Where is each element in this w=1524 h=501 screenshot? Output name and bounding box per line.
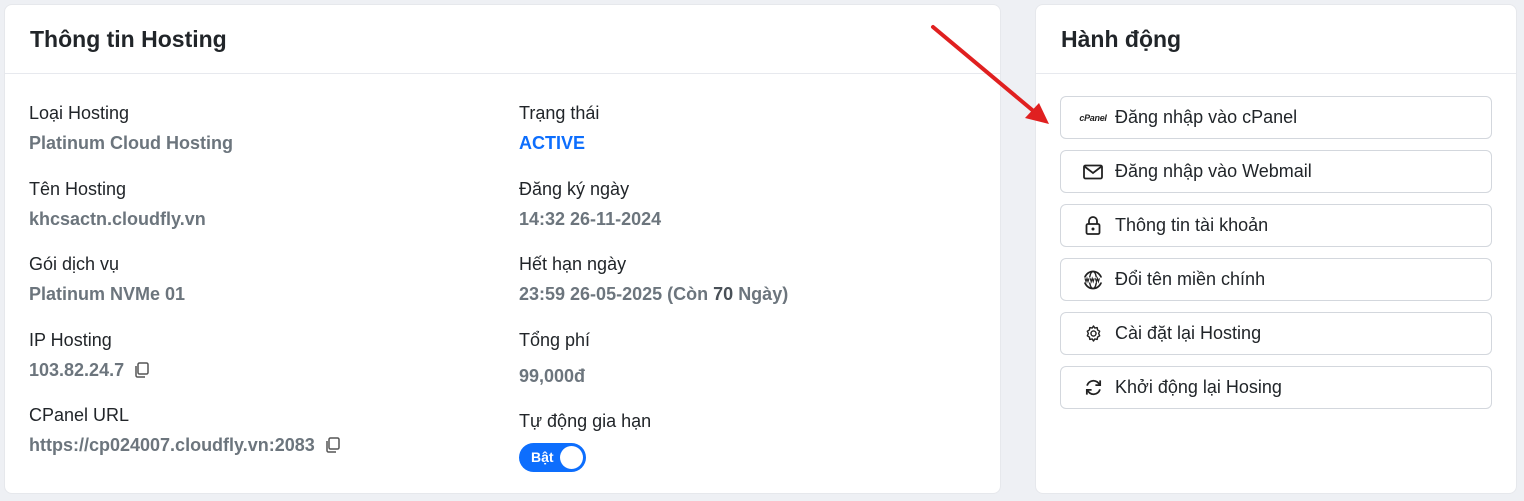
hosting-info-title: Thông tin Hosting [5,5,1000,74]
field-value: 14:32 26-11-2024 [519,209,662,229]
cpanel-url-value: https://cp024007.cloudfly.vn:2083 [29,435,315,455]
field-label: Trạng thái [519,103,600,123]
field-auto-renew: Tự động gia hạn [519,410,651,432]
expiry-value: 23:59 26-05-2025 [519,284,663,304]
lock-icon [1073,216,1113,235]
remaining-days: 70 [713,284,734,304]
actions-card: Hành động cPanel Đăng nhập vào cPanel Đă… [1035,4,1517,494]
field-hosting-name: Tên Hosting khcsactn.cloudfly.vn [29,178,206,230]
toggle-knob [560,446,583,469]
field-label: Đăng ký ngày [519,179,630,199]
hosting-info-card: Thông tin Hosting Loại Hosting Platinum … [4,4,1001,494]
login-cpanel-button[interactable]: cPanel Đăng nhập vào cPanel [1060,96,1492,139]
field-label: IP Hosting [29,330,112,350]
field-status: Trạng thái ACTIVE [519,102,599,154]
field-total-fee: Tổng phí 99,000đ [519,329,590,387]
field-label: Gói dịch vụ [29,254,120,274]
button-label: Đăng nhập vào cPanel [1115,107,1298,127]
copy-icon[interactable] [134,362,149,378]
cpanel-icon: cPanel [1079,112,1107,123]
field-cpanel-url: CPanel URL https://cp024007.cloudfly.vn:… [29,404,340,456]
field-label: CPanel URL [29,405,130,425]
field-value: Platinum Cloud Hosting [29,133,233,153]
field-ip-hosting: IP Hosting 103.82.24.7 [29,329,149,381]
field-value: khcsactn.cloudfly.vn [29,209,206,229]
button-label: Thông tin tài khoản [1115,215,1269,235]
field-value: 99,000đ [519,366,586,386]
remaining-suffix: Ngày) [738,284,789,304]
reinstall-hosting-button[interactable]: Cài đặt lại Hosting [1060,312,1492,355]
field-service-package: Gói dịch vụ Platinum NVMe 01 [29,253,185,305]
field-label: Hết hạn ngày [519,254,627,274]
restart-hosting-button[interactable]: Khởi động lại Hosing [1060,366,1492,409]
field-value: Platinum NVMe 01 [29,284,186,304]
field-value-row: https://cp024007.cloudfly.vn:2083 [29,434,340,456]
actions-title: Hành động [1036,5,1516,74]
field-hosting-type: Loại Hosting Platinum Cloud Hosting [29,102,233,154]
copy-icon[interactable] [325,437,340,453]
remaining-prefix: (Còn [667,284,709,304]
auto-renew-toggle[interactable]: Bật [519,443,586,472]
change-primary-domain-button[interactable]: Đổi tên miền chính [1060,258,1492,301]
account-info-button[interactable]: Thông tin tài khoản [1060,204,1492,247]
button-label: Cài đặt lại Hosting [1115,323,1262,343]
field-label: Tự động gia hạn [519,411,652,431]
field-label: Tên Hosting [29,179,127,199]
field-value-row: 103.82.24.7 [29,359,149,381]
button-label: Đăng nhập vào Webmail [1115,161,1312,181]
field-value-row: 23:59 26-05-2025 (Còn 70 Ngày) [519,283,788,305]
status-badge: ACTIVE [519,133,586,153]
field-label: Loại Hosting [29,103,130,123]
mail-icon [1073,164,1113,180]
login-webmail-button[interactable]: Đăng nhập vào Webmail [1060,150,1492,193]
annotation-arrow-icon [931,25,1049,124]
www-globe-icon [1073,270,1113,290]
field-expiry-date: Hết hạn ngày 23:59 26-05-2025 (Còn 70 Ng… [519,253,788,305]
field-registered-date: Đăng ký ngày 14:32 26-11-2024 [519,178,661,230]
toggle-label: Bật [531,449,554,465]
button-label: Đổi tên miền chính [1115,269,1266,289]
gear-icon [1073,324,1113,343]
field-label: Tổng phí [519,330,591,350]
refresh-icon [1073,378,1113,397]
button-label: Khởi động lại Hosing [1115,377,1282,397]
ip-value: 103.82.24.7 [29,360,125,380]
